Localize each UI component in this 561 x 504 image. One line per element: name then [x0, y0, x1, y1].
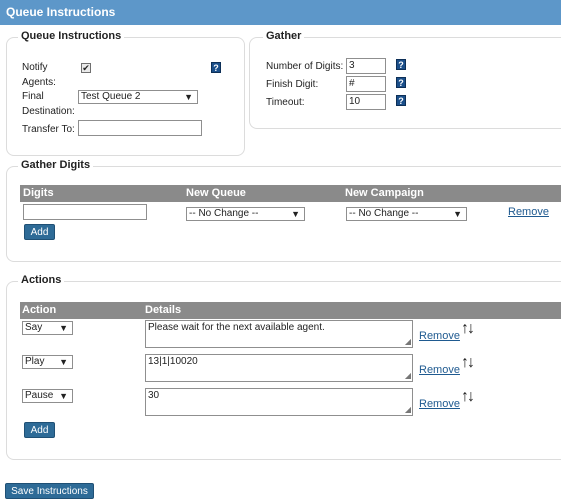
actions-table-header: Action Details — [20, 302, 561, 319]
gather-digits-table-header: Digits New Queue New Campaign — [20, 185, 561, 202]
action-select[interactable]: Say ▼ — [22, 321, 73, 335]
new-queue-column-header: New Queue — [186, 187, 246, 199]
remove-action-link[interactable]: Remove — [419, 364, 460, 376]
details-column-header: Details — [145, 304, 182, 316]
chevron-down-icon: ▼ — [59, 323, 68, 333]
number-of-digits-label: Number of Digits: — [266, 61, 344, 72]
gather-legend: Gather — [263, 30, 305, 42]
resize-grip-icon[interactable]: ◢ — [405, 337, 411, 346]
new-queue-select[interactable]: -- No Change -- ▼ — [186, 207, 305, 221]
add-action-button[interactable]: Add — [24, 422, 55, 438]
add-gather-digit-button[interactable]: Add — [24, 224, 55, 240]
action-value: Say — [25, 322, 43, 333]
digits-column-header: Digits — [23, 187, 54, 199]
chevron-down-icon: ▼ — [59, 391, 68, 401]
digits-input[interactable] — [23, 204, 147, 220]
page-title: Queue Instructions — [6, 5, 116, 19]
finish-digit-input[interactable]: # — [346, 76, 386, 92]
notify-agents-checkbox[interactable]: ✔ — [81, 63, 91, 73]
action-details-value: Please wait for the next available agent… — [148, 322, 325, 333]
action-details-value: 30 — [148, 390, 160, 401]
chevron-down-icon: ▼ — [59, 357, 68, 367]
notify-agents-label-line1: Notify — [22, 62, 48, 73]
notify-agents-help-icon[interactable]: ? — [211, 62, 221, 73]
remove-action-link[interactable]: Remove — [419, 398, 460, 410]
action-value: Play — [25, 356, 45, 367]
new-campaign-column-header: New Campaign — [345, 187, 424, 199]
remove-gather-digit-link[interactable]: Remove — [508, 206, 549, 218]
timeout-input[interactable]: 10 — [346, 94, 386, 110]
new-campaign-select[interactable]: -- No Change -- ▼ — [346, 207, 467, 221]
final-destination-label-line2: Destination: — [22, 106, 75, 117]
new-queue-value: -- No Change -- — [189, 208, 259, 219]
new-campaign-value: -- No Change -- — [349, 208, 419, 219]
action-details-textarea[interactable]: 13|1|10020 ◢ — [145, 354, 413, 382]
finish-digit-label: Finish Digit: — [266, 79, 319, 90]
transfer-to-input[interactable] — [78, 120, 202, 136]
action-details-textarea[interactable]: Please wait for the next available agent… — [145, 320, 413, 348]
reorder-arrows-icon[interactable]: ↑↓ — [461, 354, 475, 372]
final-destination-select[interactable]: Test Queue 2 ▼ — [78, 90, 198, 104]
action-details-textarea[interactable]: 30 ◢ — [145, 388, 413, 416]
number-of-digits-help-icon[interactable]: ? — [396, 59, 406, 70]
action-column-header: Action — [22, 304, 57, 316]
transfer-to-label: Transfer To: — [22, 124, 75, 135]
action-select[interactable]: Pause ▼ — [22, 389, 73, 403]
timeout-label: Timeout: — [266, 97, 305, 108]
reorder-arrows-icon[interactable]: ↑↓ — [461, 388, 475, 406]
chevron-down-icon: ▼ — [184, 92, 193, 102]
page-title-bar: Queue Instructions — [0, 0, 561, 25]
save-instructions-button[interactable]: Save Instructions — [5, 483, 94, 499]
final-destination-label-line1: Final — [22, 91, 44, 102]
chevron-down-icon: ▼ — [291, 209, 300, 219]
action-details-value: 13|1|10020 — [148, 356, 198, 367]
final-destination-value: Test Queue 2 — [81, 91, 141, 102]
queue-instructions-legend: Queue Instructions — [18, 30, 125, 42]
finish-digit-help-icon[interactable]: ? — [396, 77, 406, 88]
resize-grip-icon[interactable]: ◢ — [405, 405, 411, 414]
action-select[interactable]: Play ▼ — [22, 355, 73, 369]
notify-agents-label-line2: Agents: — [22, 77, 56, 88]
timeout-help-icon[interactable]: ? — [396, 95, 406, 106]
remove-action-link[interactable]: Remove — [419, 330, 460, 342]
resize-grip-icon[interactable]: ◢ — [405, 371, 411, 380]
action-value: Pause — [25, 390, 54, 401]
number-of-digits-input[interactable]: 3 — [346, 58, 386, 74]
gather-digits-legend: Gather Digits — [18, 159, 94, 171]
actions-legend: Actions — [18, 274, 65, 286]
chevron-down-icon: ▼ — [453, 209, 462, 219]
reorder-arrows-icon[interactable]: ↑↓ — [461, 320, 475, 338]
